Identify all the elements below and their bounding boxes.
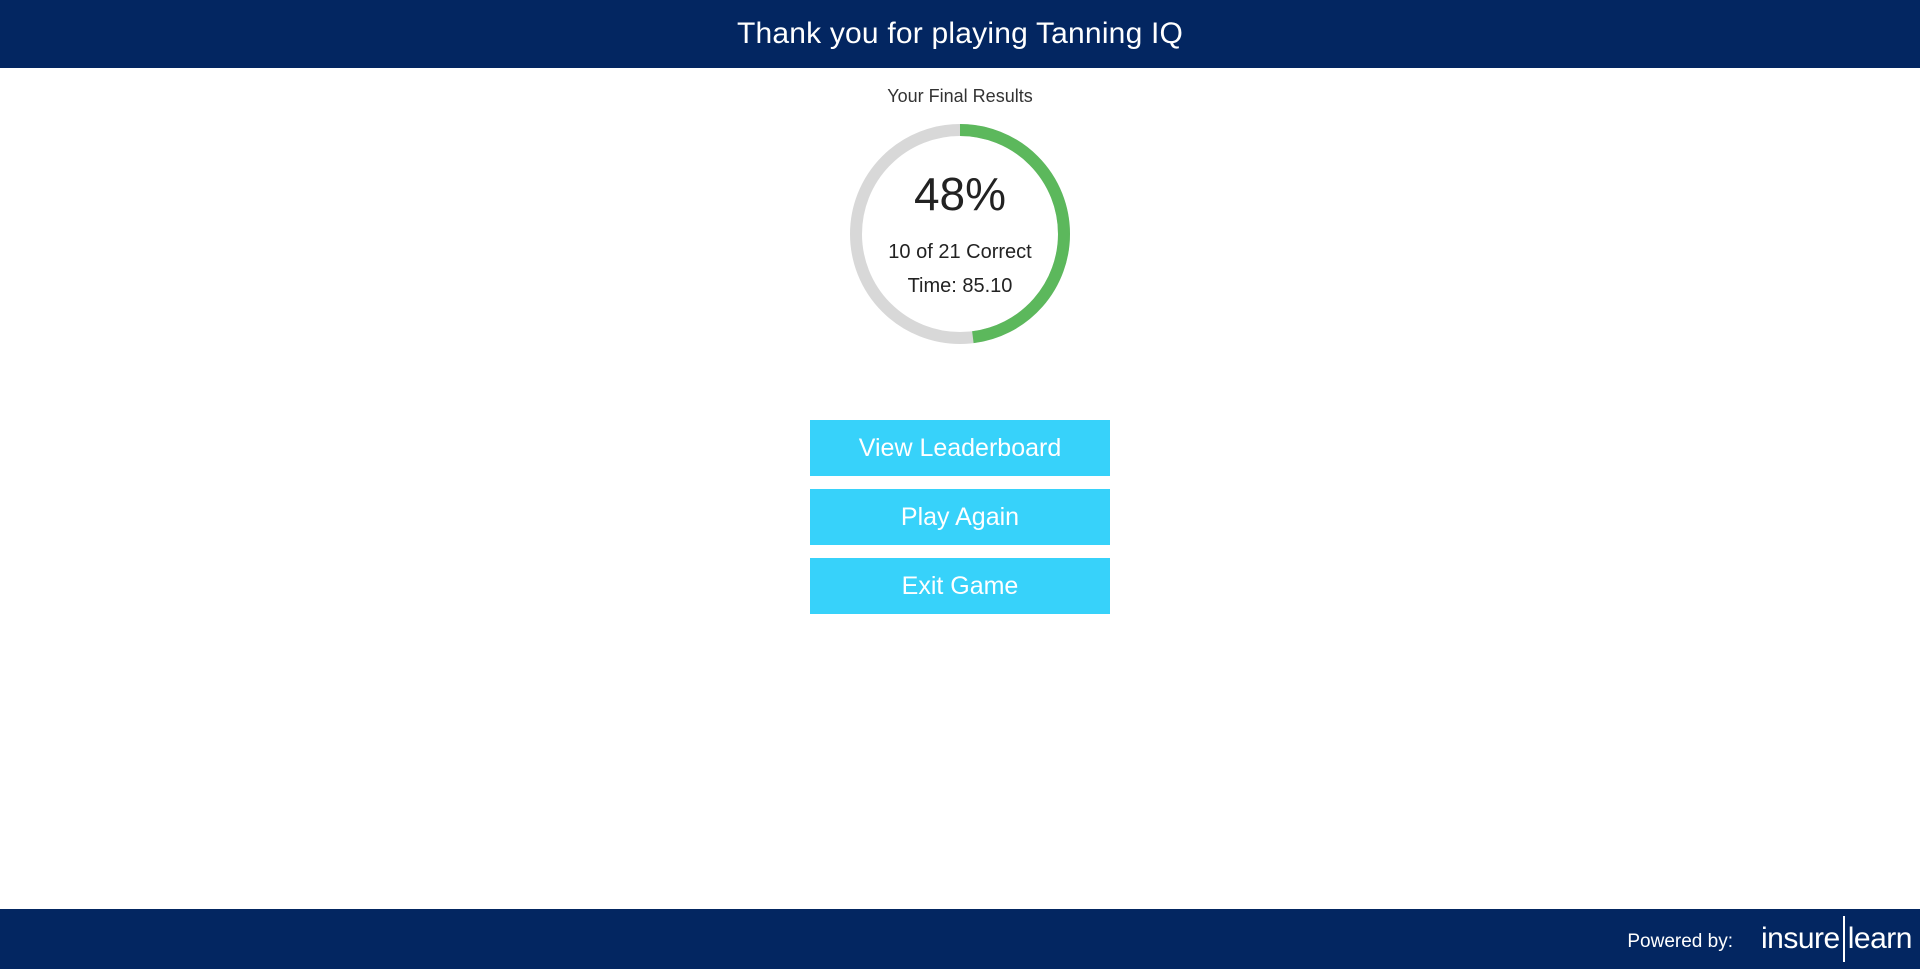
logo-text-right: learn	[1847, 922, 1913, 955]
view-leaderboard-button[interactable]: View Leaderboard	[810, 420, 1110, 476]
footer-bar: Powered by: insure learn	[0, 909, 1920, 969]
exit-game-button[interactable]: Exit Game	[810, 558, 1110, 614]
score-percent: 48%	[913, 168, 1007, 220]
powered-by-label: Powered by:	[1627, 931, 1733, 952]
elapsed-time: Time: 85.10	[907, 275, 1013, 297]
results-page: Thank you for playing Tanning IQ Your Fi…	[0, 0, 1920, 969]
header-bar: Thank you for playing Tanning IQ	[0, 0, 1920, 68]
logo-text-left: insure	[1761, 922, 1840, 955]
insurelearn-logo: insure learn	[1761, 916, 1912, 962]
logo-divider	[1842, 916, 1845, 962]
results-label: Your Final Results	[887, 86, 1033, 106]
score-ring: 48% 10 of 21 Correct Time: 85.10	[849, 123, 1071, 345]
play-again-button[interactable]: Play Again	[810, 489, 1110, 545]
correct-count: 10 of 21 Correct	[888, 241, 1032, 263]
score-ring-text: 48% 10 of 21 Correct Time: 85.10	[849, 123, 1071, 345]
page-title: Thank you for playing Tanning IQ	[736, 17, 1184, 50]
